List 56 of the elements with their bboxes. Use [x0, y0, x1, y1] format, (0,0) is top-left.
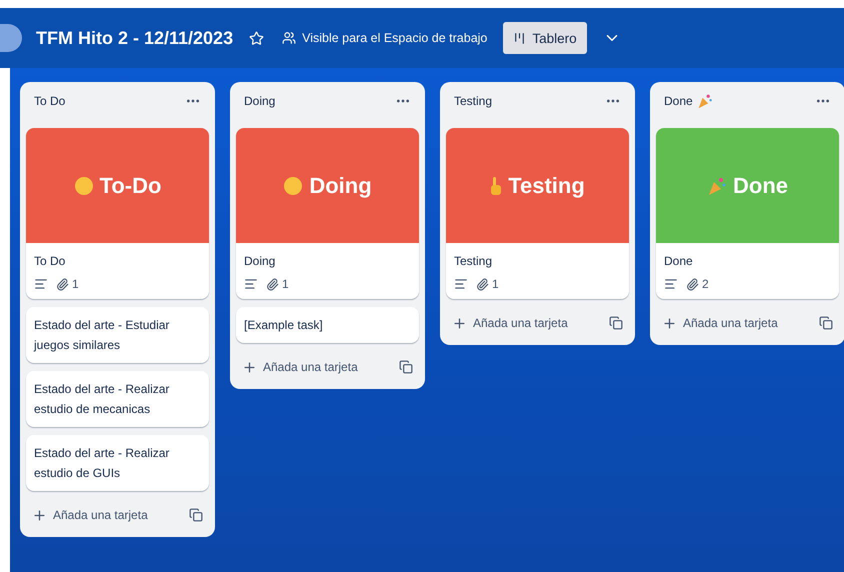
plus-icon [242, 360, 257, 374]
party-popper-icon [707, 176, 727, 196]
card-title: Estado del arte - Realizar estudio de mecanicas [34, 381, 170, 418]
template-icon[interactable] [819, 316, 833, 330]
card[interactable]: To-Do To Do 1 [26, 128, 209, 299]
card-title: Done [664, 253, 694, 270]
attachment-badge: 1 [476, 277, 499, 291]
card-title: [Example task] [244, 317, 324, 334]
card[interactable]: Doing Doing 1 [236, 128, 419, 299]
description-icon [244, 277, 258, 291]
template-icon[interactable] [399, 360, 413, 374]
hand-emoji-icon [490, 176, 502, 196]
description-icon [454, 277, 468, 291]
attachment-badge: 1 [56, 277, 79, 291]
card[interactable]: Testing Testing 1 [446, 128, 629, 299]
description-icon [664, 277, 678, 291]
board-icon [513, 32, 526, 44]
emoji-icon [74, 176, 94, 196]
plus-icon [662, 316, 677, 330]
sidebar-toggle-button[interactable] [0, 24, 22, 52]
add-card-button[interactable]: Añada una tarjeta [452, 316, 568, 330]
card[interactable]: Done Done 2 [656, 128, 839, 299]
visibility-button[interactable]: Visible para el Espacio de trabajo [280, 29, 490, 47]
card-title: Estado del arte - Estudiar juegos similares [34, 317, 170, 354]
cover-title: Doing [309, 172, 372, 198]
plus-icon [32, 508, 47, 522]
add-card-button[interactable]: Añada una tarjeta [662, 316, 778, 330]
people-icon [282, 31, 296, 45]
card[interactable]: Estado del arte - Realizar estudio de GUIs [26, 435, 209, 491]
star-button[interactable] [247, 28, 266, 48]
cover-title: To-Do [100, 172, 162, 198]
emoji-icon [283, 176, 304, 196]
list-title[interactable]: Testing [454, 94, 492, 108]
view-button[interactable]: Tablero [503, 22, 587, 54]
card-title: To Do [34, 253, 66, 270]
list-title[interactable]: Doing [244, 94, 276, 108]
list-title[interactable]: To Do [34, 94, 66, 108]
plus-icon [452, 316, 467, 330]
card[interactable]: Estado del arte - Realizar estudio de mecanicas [26, 371, 209, 427]
add-card-button[interactable]: Añada una tarjeta [242, 360, 358, 374]
card[interactable]: [Example task] [236, 307, 419, 343]
template-icon[interactable] [189, 508, 203, 522]
card[interactable]: Estado del arte - Estudiar juegos similares [26, 307, 209, 363]
card-title: Testing [454, 253, 494, 270]
cover-title: Done [733, 172, 788, 198]
template-icon[interactable] [609, 316, 623, 330]
cover-title: Testing [508, 172, 585, 198]
party-popper-icon [696, 93, 713, 109]
list-title[interactable]: Done [664, 93, 713, 109]
attachment-badge: 2 [686, 277, 709, 291]
add-card-button[interactable]: Añada una tarjeta [32, 508, 148, 522]
attachment-badge: 1 [266, 277, 289, 291]
card-title: Doing [244, 253, 276, 270]
description-icon [34, 277, 48, 291]
board-title[interactable]: TFM Hito 2 - 12/11/2023 [36, 28, 234, 48]
card-title: Estado del arte - Realizar estudio de GUIs [34, 445, 170, 482]
